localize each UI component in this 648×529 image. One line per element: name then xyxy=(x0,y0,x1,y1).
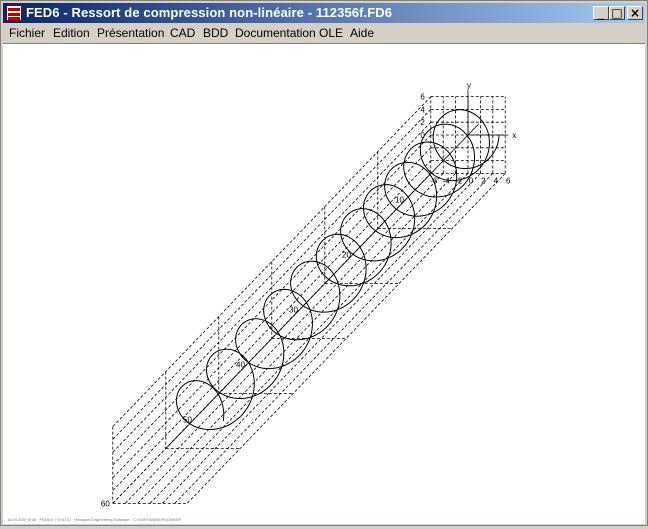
fed6-app-icon[interactable] xyxy=(6,5,22,21)
z-tick-label: 60 xyxy=(101,499,110,508)
menu-cad[interactable]: CAD xyxy=(170,26,195,40)
spring-coil xyxy=(175,109,500,430)
footer-text: 16.04.2007 8:58 · FED6 V 7.0 B710 · Hexa… xyxy=(7,517,182,522)
menu-bdd[interactable]: BDD xyxy=(203,26,228,40)
x-tick-label: -4 xyxy=(443,176,451,185)
z-tick-label: 30 xyxy=(289,306,298,315)
x-tick-label: 4 xyxy=(494,176,499,185)
axis-label-x: x xyxy=(512,131,516,140)
y-tick-label: 0 xyxy=(420,131,425,140)
z-tick-label: 40 xyxy=(236,361,245,370)
z-tick-label: 20 xyxy=(342,251,351,260)
x-tick-label: -2 xyxy=(455,176,463,185)
y-tick-label: 2 xyxy=(420,118,425,127)
drawing-area[interactable]: y x 6 4 2 0 -6 -4 -2 0 2 4 6 10 20 30 40 50 60 xyxy=(3,43,645,524)
menu-presentation[interactable]: Présentation xyxy=(97,26,164,40)
bottom-grid-line xyxy=(137,173,456,504)
maximize-icon: □ xyxy=(611,6,623,20)
window-title: FED6 - Ressort de compression non-linéai… xyxy=(26,5,393,20)
maximize-button[interactable]: □ xyxy=(609,6,625,20)
close-button[interactable]: × xyxy=(627,6,643,20)
menu-fichier[interactable]: Fichier xyxy=(9,26,45,40)
z-tick-label: 10 xyxy=(395,196,404,205)
z-tick-label: 50 xyxy=(183,416,192,425)
y-tick-label: 4 xyxy=(420,105,425,114)
menu-aide[interactable]: Aide xyxy=(350,26,374,40)
minimize-icon: _ xyxy=(598,6,604,20)
x-tick-label: 0 xyxy=(469,176,474,185)
x-tick-label: 2 xyxy=(481,176,486,185)
x-tick-label: -6 xyxy=(430,176,438,185)
title-bar[interactable]: FED6 - Ressort de compression non-linéai… xyxy=(3,3,645,23)
y-tick-label: 6 xyxy=(420,93,425,102)
menu-edition[interactable]: Edition xyxy=(53,26,90,40)
menu-ole[interactable]: OLE xyxy=(319,26,343,40)
axis-label-y: y xyxy=(467,81,471,90)
close-icon: × xyxy=(629,6,641,20)
minimize-button[interactable]: _ xyxy=(593,6,609,20)
spring-3d-drawing: yx6420-6 -4 -2 0 2 4 6102030405060 xyxy=(101,81,516,508)
application-window: FED6 - Ressort de compression non-linéai… xyxy=(0,0,648,526)
x-tick-label: 6 xyxy=(506,176,511,185)
menu-bar: Fichier Edition Présentation CAD BDD Doc… xyxy=(3,24,645,43)
menu-documentation[interactable]: Documentation xyxy=(235,26,316,40)
